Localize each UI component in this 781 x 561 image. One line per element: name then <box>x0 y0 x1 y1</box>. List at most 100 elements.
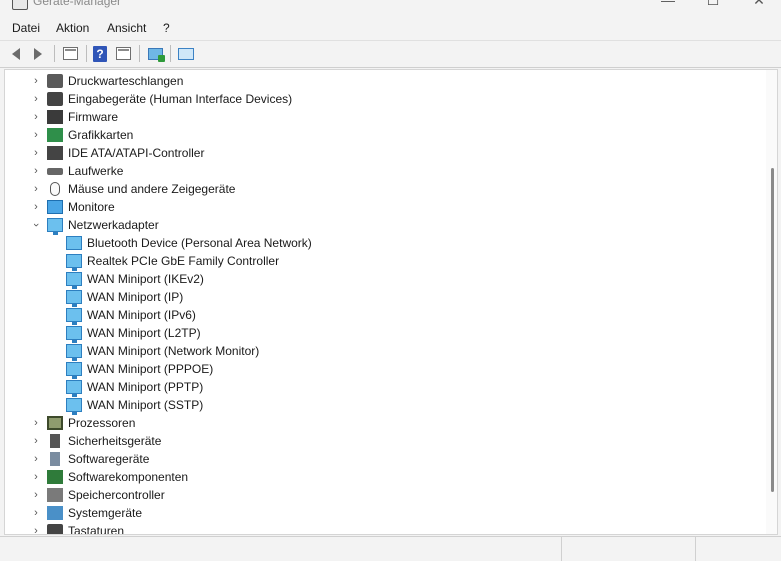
storage-controller-icon <box>47 488 63 502</box>
toolbar-divider <box>170 45 171 62</box>
tree-item-label: Prozessoren <box>68 416 136 430</box>
network-adapter-icon <box>66 362 82 379</box>
forward-icon[interactable] <box>28 44 48 63</box>
view-icon[interactable] <box>113 44 133 63</box>
tree-item-label: WAN Miniport (IP) <box>87 290 184 304</box>
network-adapter-icon <box>66 308 82 325</box>
tree-item-ide[interactable]: › IDE ATA/ATAPI-Controller <box>5 144 765 162</box>
network-adapter-icon <box>66 398 82 415</box>
network-device-item[interactable]: WAN Miniport (IPv6) <box>5 306 765 325</box>
tree-item-maeuse[interactable]: › Mäuse und andere Zeigegeräte <box>5 180 765 198</box>
tree-item-label: IDE ATA/ATAPI-Controller <box>68 146 205 160</box>
chevron-right-icon[interactable]: › <box>30 435 42 447</box>
keyboard-icon <box>47 92 63 106</box>
window-title: Geräte-Manager <box>33 0 122 8</box>
chevron-right-icon[interactable]: › <box>30 93 42 105</box>
menu-aktion[interactable]: Aktion <box>56 21 89 35</box>
network-device-item[interactable]: WAN Miniport (PPPOE) <box>5 360 765 379</box>
chevron-down-icon[interactable]: › <box>30 219 42 231</box>
software-component-icon <box>47 470 63 484</box>
chevron-right-icon[interactable]: › <box>30 417 42 429</box>
tree-item-label: WAN Miniport (IPv6) <box>87 308 196 322</box>
system-device-icon <box>47 506 63 520</box>
tree-item-eingabegeraete[interactable]: › Eingabegeräte (Human Interface Devices… <box>5 90 765 108</box>
tree-item-druckwarteschlangen[interactable]: › Druckwarteschlangen <box>5 72 765 90</box>
chevron-right-icon[interactable]: › <box>30 453 42 465</box>
network-device-item[interactable]: WAN Miniport (IP) <box>5 288 765 307</box>
network-device-item[interactable]: WAN Miniport (IKEv2) <box>5 270 765 289</box>
scan-hardware-icon[interactable] <box>176 44 196 63</box>
tree-item-label: WAN Miniport (PPTP) <box>87 380 204 394</box>
status-divider <box>561 537 562 561</box>
tree-item-netzwerkadapter[interactable]: › Netzwerkadapter <box>5 216 765 235</box>
chevron-right-icon[interactable]: › <box>30 111 42 123</box>
device-tree: › Druckwarteschlangen › Eingabegeräte (H… <box>4 69 778 535</box>
menu-help[interactable]: ? <box>163 21 170 35</box>
menu-bar: Datei Aktion Ansicht ? <box>0 16 781 41</box>
status-bar <box>0 536 781 561</box>
network-device-item[interactable]: Bluetooth Device (Personal Area Network) <box>5 234 765 252</box>
tree-item-label: Netzwerkadapter <box>68 218 159 232</box>
tree-item-speichercontroller[interactable]: › Speichercontroller <box>5 486 765 504</box>
chevron-right-icon[interactable]: › <box>30 471 42 483</box>
chevron-right-icon[interactable]: › <box>30 147 42 159</box>
tree-item-systemgeraete[interactable]: › Systemgeräte <box>5 504 765 522</box>
chevron-right-icon[interactable]: › <box>30 75 42 87</box>
tree-item-monitore[interactable]: › Monitore <box>5 198 765 216</box>
tree-item-label: WAN Miniport (L2TP) <box>87 326 201 340</box>
maximize-icon[interactable]: ☐ <box>703 0 723 12</box>
tree-item-softwaregeraete[interactable]: › Softwaregeräte <box>5 450 765 468</box>
tree-item-label: Mäuse und andere Zeigegeräte <box>68 182 236 196</box>
title-bar: Geräte-Manager — ☐ ✕ <box>0 0 781 16</box>
network-device-item[interactable]: WAN Miniport (PPTP) <box>5 378 765 397</box>
network-adapter-icon <box>66 380 82 397</box>
network-device-item[interactable]: WAN Miniport (SSTP) <box>5 396 765 415</box>
chevron-right-icon[interactable]: › <box>30 507 42 519</box>
tree-item-label: Softwaregeräte <box>68 452 150 466</box>
network-device-item[interactable]: WAN Miniport (Network Monitor) <box>5 342 765 361</box>
tree-item-grafikkarten[interactable]: › Grafikkarten <box>5 126 765 144</box>
network-device-item[interactable]: WAN Miniport (L2TP) <box>5 324 765 343</box>
device-manager-icon <box>12 0 28 10</box>
chevron-right-icon[interactable]: › <box>30 183 42 195</box>
keyboard-icon <box>47 524 63 534</box>
status-divider <box>695 537 696 561</box>
update-driver-icon[interactable] <box>145 44 165 63</box>
tree-item-prozessoren[interactable]: › Prozessoren <box>5 414 765 432</box>
tree-item-label: Monitore <box>68 200 115 214</box>
network-adapter-icon <box>66 344 82 361</box>
mouse-icon <box>50 182 60 196</box>
chevron-right-icon[interactable]: › <box>30 489 42 501</box>
chevron-right-icon[interactable]: › <box>30 525 42 534</box>
minimize-icon[interactable]: — <box>658 0 678 12</box>
chevron-right-icon[interactable]: › <box>30 129 42 141</box>
scrollbar-thumb[interactable] <box>771 168 774 492</box>
network-adapter-icon <box>66 272 82 289</box>
ide-controller-icon <box>47 146 63 160</box>
software-device-icon <box>50 452 60 466</box>
tree-item-laufwerke[interactable]: › Laufwerke <box>5 162 765 180</box>
tree-item-label: Grafikkarten <box>68 128 134 142</box>
network-device-item[interactable]: Realtek PCIe GbE Family Controller <box>5 252 765 271</box>
properties-icon[interactable] <box>60 44 80 63</box>
tree-item-label: Speichercontroller <box>68 488 165 502</box>
menu-datei[interactable]: Datei <box>12 21 40 35</box>
back-icon[interactable] <box>6 44 26 63</box>
tree-item-firmware[interactable]: › Firmware <box>5 108 765 126</box>
tree-item-sicherheitsgeraete[interactable]: › Sicherheitsgeräte <box>5 432 765 450</box>
menu-ansicht[interactable]: Ansicht <box>107 21 146 35</box>
printer-icon <box>47 74 63 88</box>
tree-item-label: Systemgeräte <box>68 506 143 520</box>
help-icon[interactable]: ? <box>90 44 110 63</box>
tree-item-label: Sicherheitsgeräte <box>68 434 162 448</box>
tree-item-label: Firmware <box>68 110 118 124</box>
firmware-icon <box>47 110 63 124</box>
tree-item-label: Realtek PCIe GbE Family Controller <box>87 254 280 268</box>
chevron-right-icon[interactable]: › <box>30 165 42 177</box>
tree-item-label: Softwarekomponenten <box>68 470 189 484</box>
tree-item-tastaturen[interactable]: › Tastaturen <box>5 522 765 534</box>
network-adapter-icon <box>66 326 82 343</box>
close-icon[interactable]: ✕ <box>749 0 769 12</box>
chevron-right-icon[interactable]: › <box>30 201 42 213</box>
tree-item-softwarekomponenten[interactable]: › Softwarekomponenten <box>5 468 765 486</box>
